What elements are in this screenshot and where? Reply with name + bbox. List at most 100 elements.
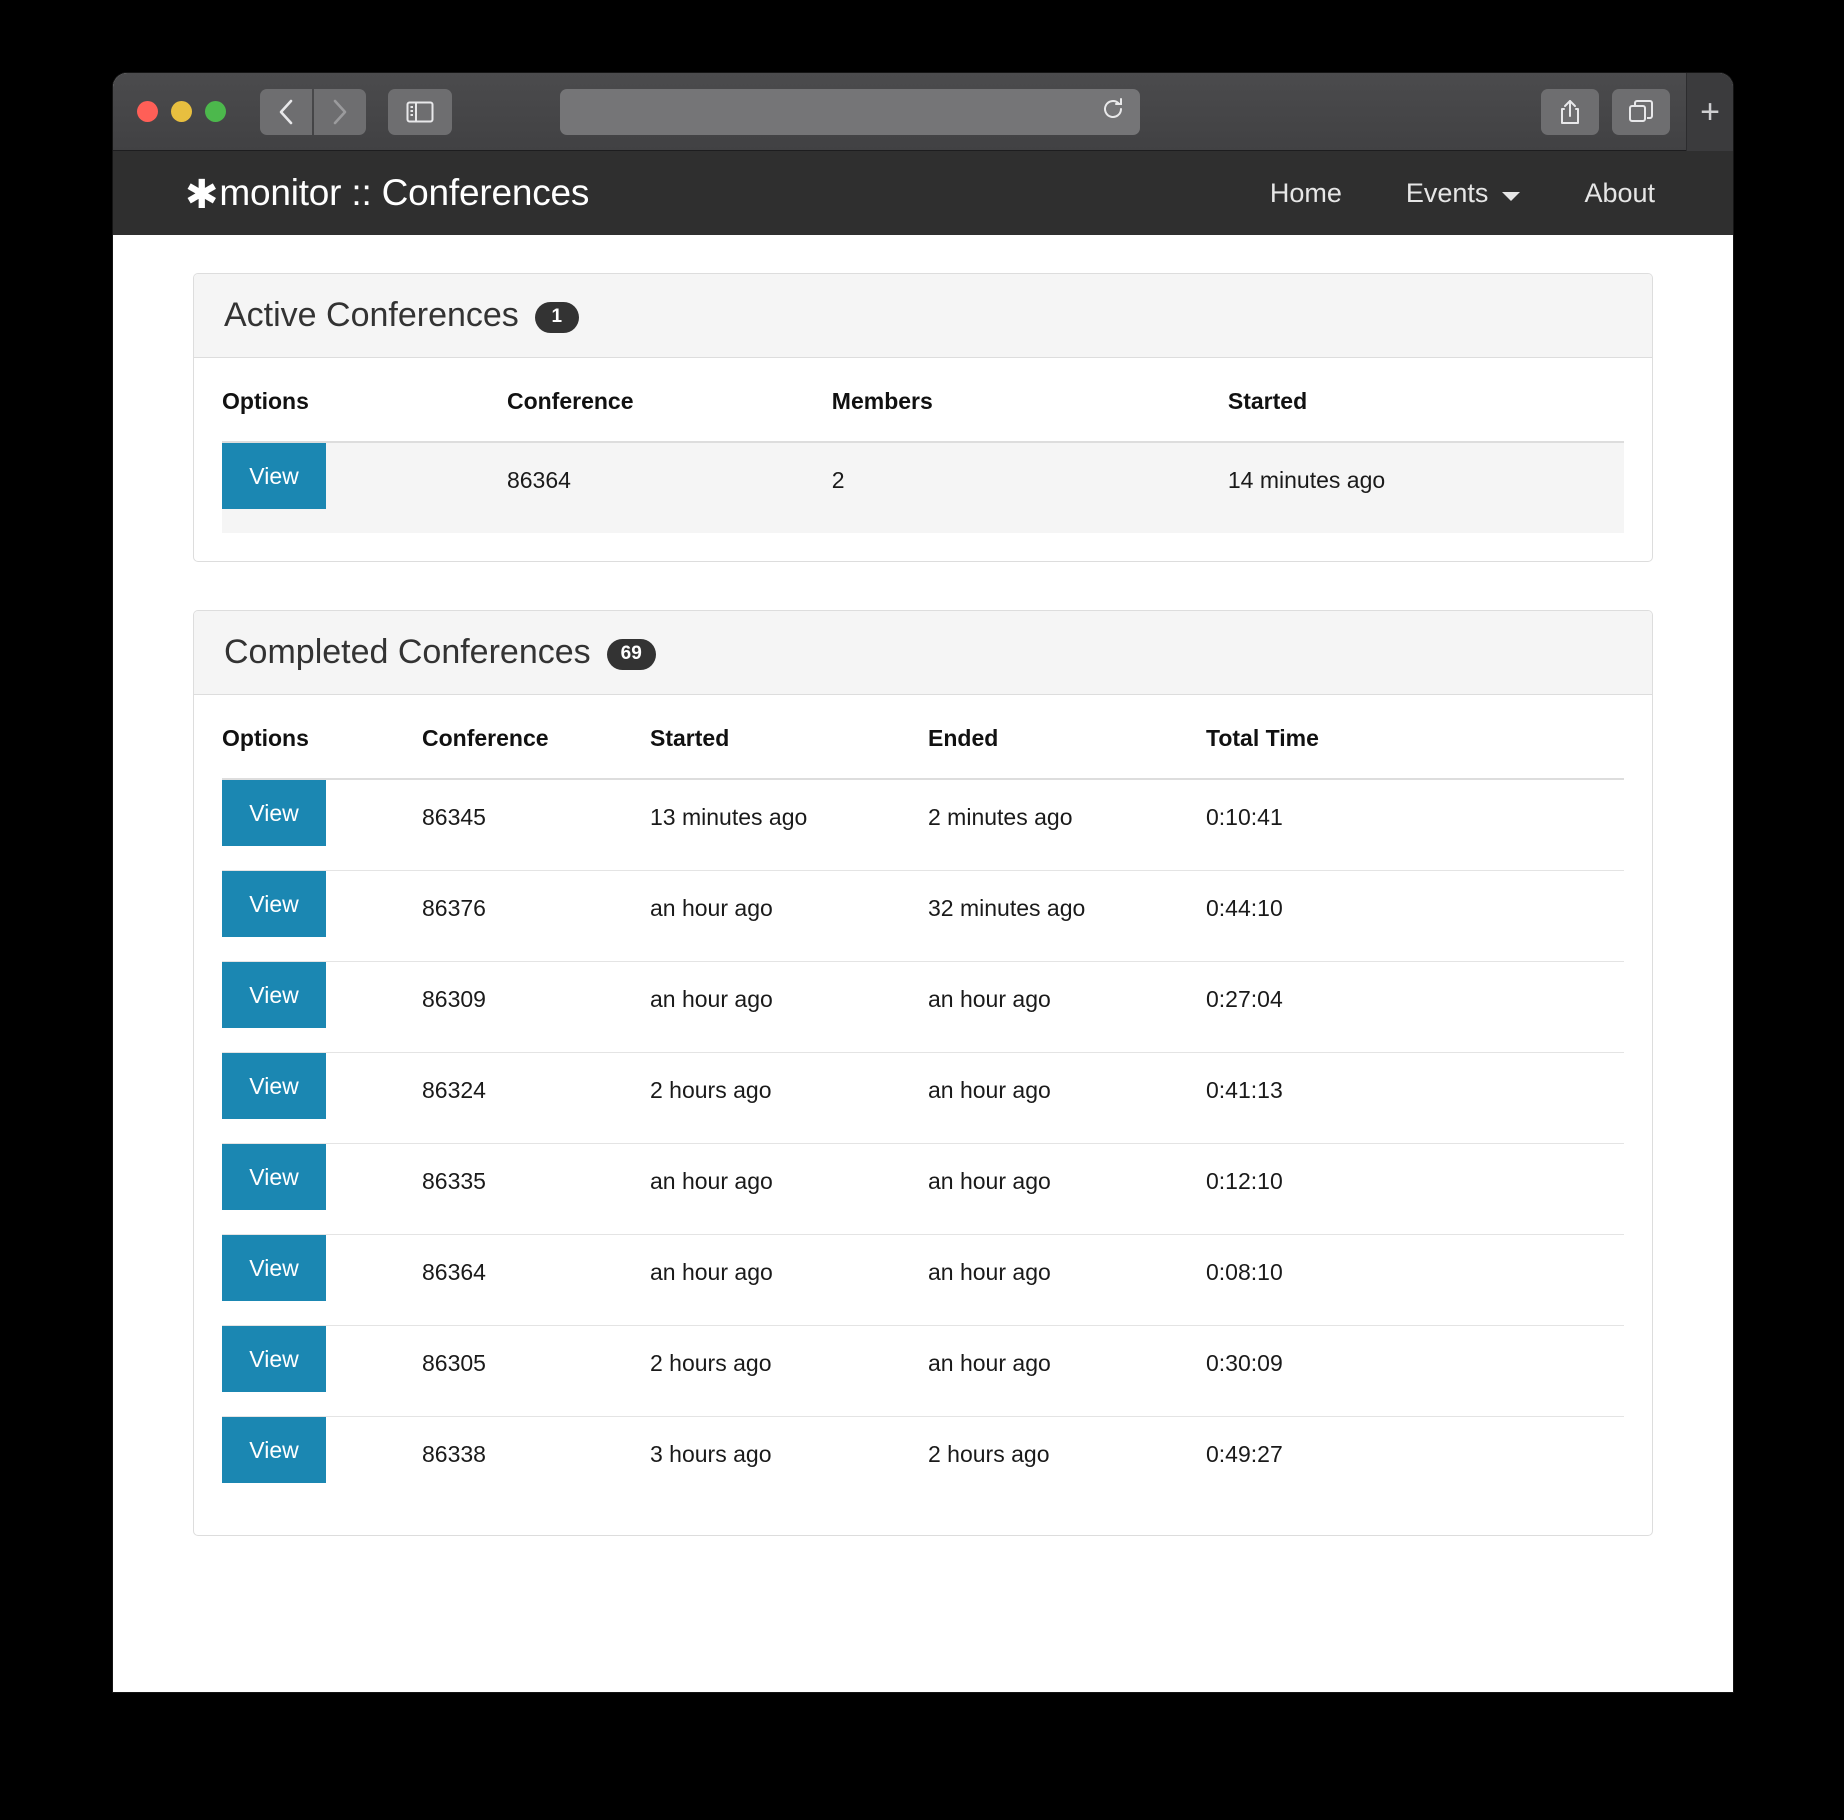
tabs-icon [1628, 99, 1654, 125]
nav-item-events[interactable]: Events [1374, 178, 1553, 209]
cell-conference: 86376 [422, 870, 650, 962]
view-button[interactable]: View [222, 1326, 326, 1392]
cell-ended-value: an hour ago [928, 1077, 1051, 1103]
cell-conference-value: 86364 [506, 467, 571, 493]
cell-conference-value: 86364 [422, 1259, 486, 1285]
view-button[interactable]: View [222, 1053, 326, 1119]
cell-ended-value: an hour ago [928, 1259, 1051, 1285]
window-controls [137, 101, 226, 122]
cell-conference-value: 86345 [422, 804, 486, 830]
completed-conferences-heading: Completed Conferences 69 [194, 611, 1652, 695]
cell-started: an hour ago [650, 1234, 928, 1326]
forward-button[interactable] [314, 88, 366, 135]
new-tab-label: + [1700, 92, 1720, 131]
nav-item-about[interactable]: About [1552, 178, 1687, 209]
table-row: View 86324 2 hours ago an hour ago 0:41:13 [222, 1052, 1624, 1144]
cell-members: 2 [831, 442, 1228, 533]
minimize-window-button[interactable] [171, 101, 192, 122]
view-button[interactable]: View [222, 1144, 326, 1210]
cell-started: 3 hours ago [650, 1417, 928, 1508]
nav-item-home-label: Home [1269, 177, 1342, 208]
completed-conferences-table: Options Conference Started Ended Total T… [222, 695, 1624, 1507]
cell-started-value: an hour ago [650, 986, 773, 1012]
cell-started: an hour ago [650, 961, 928, 1053]
cell-started-value: an hour ago [650, 1259, 773, 1285]
chevron-down-icon [1502, 191, 1521, 201]
table-row: View 86364 an hour ago an hour ago 0:08:10 [222, 1234, 1624, 1326]
view-button[interactable]: View [222, 1417, 326, 1483]
view-button[interactable]: View [222, 780, 326, 846]
cell-options: View [222, 1143, 422, 1235]
table-row: View 86309 an hour ago an hour ago 0:27:04 [222, 961, 1624, 1053]
column-header-conference: Conference [506, 358, 832, 443]
sidebar-toggle-button[interactable] [388, 88, 452, 135]
cell-ended: 2 hours ago [928, 1417, 1206, 1508]
cell-ended-value: 2 minutes ago [928, 804, 1073, 830]
view-button[interactable]: View [222, 871, 326, 937]
cell-conference: 86338 [422, 1417, 650, 1508]
zoom-window-button[interactable] [205, 101, 226, 122]
cell-options: View [222, 1052, 422, 1144]
table-row: View 86376 an hour ago 32 minutes ago 0:44:1… [222, 870, 1624, 962]
table-row: View 86305 2 hours ago an hour ago 0:30:09 [222, 1325, 1624, 1417]
back-button[interactable] [260, 88, 312, 135]
share-icon [1558, 98, 1582, 126]
view-button[interactable]: View [222, 443, 326, 509]
cell-conference: 86364 [506, 442, 832, 533]
cell-started-value: 2 hours ago [650, 1077, 772, 1103]
nav-item-home[interactable]: Home [1238, 178, 1374, 209]
sidebar-icon [406, 100, 434, 124]
cell-conference-value: 86335 [422, 1168, 486, 1194]
tab-overview-button[interactable] [1612, 88, 1670, 135]
column-header-options: Options [222, 695, 422, 780]
cell-options: View [222, 1417, 422, 1508]
cell-conference: 86305 [422, 1325, 650, 1417]
browser-toolbar: + [113, 73, 1733, 151]
reload-icon[interactable] [1100, 96, 1126, 127]
brand[interactable]: ✱ monitor :: Conferences [185, 172, 590, 215]
cell-started-value: an hour ago [650, 1168, 773, 1194]
view-button[interactable]: View [222, 962, 326, 1028]
chevron-left-icon [276, 97, 296, 127]
view-button[interactable]: View [222, 1235, 326, 1301]
cell-total-time: 0:44:10 [1206, 870, 1624, 962]
cell-options: View [222, 1325, 422, 1417]
cell-conference: 86335 [422, 1143, 650, 1235]
active-conferences-body: Options Conference Members Started View … [194, 358, 1652, 561]
cell-started: 13 minutes ago [650, 779, 928, 871]
new-tab-button[interactable]: + [1686, 73, 1733, 151]
completed-conferences-title: Completed Conferences [224, 633, 591, 671]
cell-ended: an hour ago [928, 1325, 1206, 1417]
cell-total-time-value: 0:08:10 [1206, 1259, 1283, 1285]
cell-total-time-value: 0:44:10 [1206, 895, 1283, 921]
share-button[interactable] [1541, 88, 1599, 135]
close-window-button[interactable] [137, 101, 158, 122]
cell-started: an hour ago [650, 870, 928, 962]
cell-total-time-value: 0:27:04 [1206, 986, 1283, 1012]
cell-ended-value: an hour ago [928, 1168, 1051, 1194]
address-bar[interactable] [560, 88, 1140, 135]
column-header-options: Options [222, 358, 507, 443]
brand-title: monitor :: Conferences [219, 172, 590, 213]
completed-rows-body: View 86345 13 minutes ago 2 minutes ago 0:10… [222, 779, 1624, 1507]
cell-ended: an hour ago [928, 1234, 1206, 1326]
column-header-total-time: Total Time [1206, 695, 1624, 780]
active-conferences-panel: Active Conferences 1 Options Conference … [193, 273, 1653, 562]
active-conferences-title: Active Conferences [224, 296, 519, 334]
page-content: Active Conferences 1 Options Conference … [113, 235, 1733, 1692]
cell-conference: 86324 [422, 1052, 650, 1144]
table-header-row: Options Conference Members Started [222, 358, 1624, 443]
site-header: ✱ monitor :: Conferences Home Events Abo… [113, 151, 1733, 235]
cell-total-time: 0:30:09 [1206, 1325, 1624, 1417]
cell-ended-value: an hour ago [928, 1350, 1051, 1376]
cell-total-time: 0:12:10 [1206, 1143, 1624, 1235]
cell-conference-value: 86309 [422, 986, 486, 1012]
column-header-conference: Conference [422, 695, 650, 780]
active-conferences-heading: Active Conferences 1 [194, 274, 1652, 358]
column-header-ended: Ended [928, 695, 1206, 780]
cell-options: View [222, 442, 507, 533]
main-nav: Home Events About [1238, 178, 1687, 209]
table-row: View 86335 an hour ago an hour ago 0:12:10 [222, 1143, 1624, 1235]
nav-item-about-label: About [1584, 177, 1655, 208]
cell-started-value: 14 minutes ago [1227, 467, 1386, 493]
